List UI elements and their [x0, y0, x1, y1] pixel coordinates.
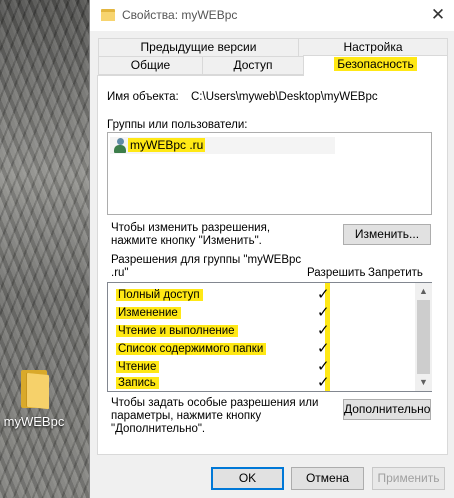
- allow-check-icon: ✓: [317, 286, 330, 303]
- permission-name: Полный доступ: [116, 289, 203, 301]
- change-button[interactable]: Изменить...: [343, 224, 431, 245]
- permissions-list[interactable]: Полный доступ Изменение Чтение и выполне…: [107, 282, 432, 392]
- allow-check-icon: ✓: [317, 322, 330, 339]
- change-hint: Чтобы изменить разрешения,: [111, 222, 271, 234]
- object-name-label: Имя объекта:: [107, 91, 179, 103]
- close-icon[interactable]: ✕: [426, 4, 450, 26]
- tab-security-label: Безопасность: [334, 57, 417, 71]
- cancel-button[interactable]: Отмена: [291, 467, 364, 490]
- list-item[interactable]: myWEBpc .ru: [110, 137, 335, 154]
- change-hint-2: нажмите кнопку "Изменить".: [111, 235, 262, 247]
- permissions-scrollbar[interactable]: ▲ ▼: [415, 283, 432, 391]
- tab-previous-versions[interactable]: Предыдущие версии: [98, 38, 299, 57]
- list-item: Чтение и выполнение: [116, 323, 238, 339]
- allow-check-icon: ✓: [317, 374, 330, 391]
- properties-dialog: Свойства: myWEBpc ✕ Предыдущие версии На…: [89, 0, 454, 498]
- advanced-hint: Чтобы задать особые разрешения или: [111, 397, 319, 409]
- permission-name: Чтение и выполнение: [116, 325, 238, 337]
- deny-column-header: Запретить: [368, 267, 423, 279]
- allow-check-icon: ✓: [317, 358, 330, 375]
- advanced-button[interactable]: Дополнительно: [343, 399, 431, 420]
- apply-button[interactable]: Применить: [372, 467, 445, 490]
- advanced-hint-2: параметры, нажмите кнопку: [111, 410, 262, 422]
- allow-column-header: Разрешить: [307, 267, 366, 279]
- groups-list[interactable]: myWEBpc .ru: [107, 132, 432, 215]
- advanced-hint-3: "Дополнительно".: [111, 423, 206, 435]
- permission-name: Запись: [116, 377, 159, 389]
- list-item: Запись: [116, 375, 159, 391]
- folder-icon: [19, 368, 49, 410]
- list-item: Изменение: [116, 305, 181, 321]
- scroll-thumb[interactable]: [417, 300, 430, 374]
- list-item: Чтение: [116, 359, 160, 375]
- tab-sharing[interactable]: Доступ: [202, 56, 304, 75]
- title-bar: Свойства: myWEBpc ✕: [90, 0, 454, 31]
- permission-name: Чтение: [116, 361, 160, 373]
- scroll-down-icon[interactable]: ▼: [415, 374, 432, 391]
- desktop-folder-shortcut[interactable]: myWEBpc: [2, 368, 66, 429]
- scroll-up-icon[interactable]: ▲: [415, 283, 432, 300]
- tab-general[interactable]: Общие: [98, 56, 203, 75]
- list-item: Список содержимого папки: [116, 341, 267, 357]
- tab-security[interactable]: Безопасность: [303, 55, 448, 76]
- permission-name: Список содержимого папки: [116, 343, 267, 355]
- permissions-for-label-2: .ru": [111, 267, 129, 279]
- list-item: Полный доступ: [116, 287, 203, 303]
- permission-name: Изменение: [116, 307, 181, 319]
- allow-check-icon: ✓: [317, 340, 330, 357]
- group-name: myWEBpc .ru: [128, 138, 206, 152]
- allow-check-icon: ✓: [317, 304, 330, 321]
- window-title: Свойства: myWEBpc: [122, 8, 238, 22]
- desktop-folder-label: myWEBpc: [3, 414, 65, 429]
- permissions-for-label: Разрешения для группы "myWEBpc: [111, 254, 302, 266]
- groups-label: Группы или пользователи:: [107, 119, 248, 131]
- folder-icon: [101, 9, 115, 21]
- object-name-value: C:\Users\myweb\Desktop\myWEBpc: [191, 91, 378, 103]
- ok-button[interactable]: OK: [211, 467, 284, 490]
- user-group-icon: [113, 138, 127, 153]
